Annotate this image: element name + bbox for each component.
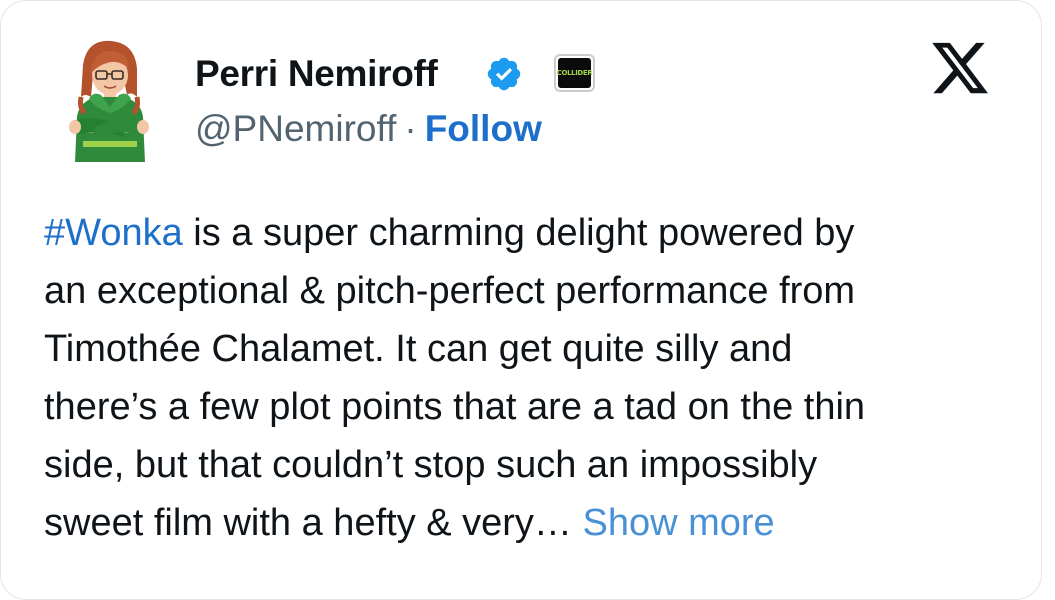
hashtag-link[interactable]: #Wonka <box>44 212 183 254</box>
follow-button[interactable]: Follow <box>425 108 542 149</box>
avatar[interactable] <box>53 35 165 162</box>
separator-dot: · <box>404 108 417 149</box>
show-more-link[interactable]: Show more <box>583 502 775 544</box>
tweet-line-5: side, but that couldn’t stop such an imp… <box>44 444 818 486</box>
display-name[interactable]: Perri Nemiroff <box>195 53 438 95</box>
tweet-line-1: #Wonka is a super charming delight power… <box>44 204 1034 262</box>
tweet-line-4: there’s a few plot points that are a tad… <box>44 386 866 428</box>
tweet-line-3: Timothée Chalamet. It can get quite sill… <box>44 328 793 370</box>
affiliate-badge-logo: COLLIDER <box>557 58 593 88</box>
tweet-line-2: an exceptional & pitch-perfect performan… <box>44 270 856 312</box>
tweet-line-6-text: sweet film with a hefty & very… <box>44 502 583 544</box>
handle-row: @PNemiroff · Follow <box>195 108 542 150</box>
affiliate-badge[interactable]: COLLIDER <box>554 54 595 92</box>
x-logo-icon[interactable] <box>929 37 991 99</box>
tweet-line-6: sweet film with a hefty & very… Show mor… <box>44 494 1034 552</box>
avatar-illustration <box>53 35 165 162</box>
tweet-card: Perri Nemiroff COLLIDER @PNemiroff · Follo… <box>0 0 1042 600</box>
tweet-text: #Wonka is a super charming delight power… <box>44 204 1034 552</box>
user-handle[interactable]: @PNemiroff <box>195 108 396 149</box>
tweet-line-1-text: is a super charming delight powered by <box>182 212 855 254</box>
verified-badge-icon <box>487 57 521 91</box>
